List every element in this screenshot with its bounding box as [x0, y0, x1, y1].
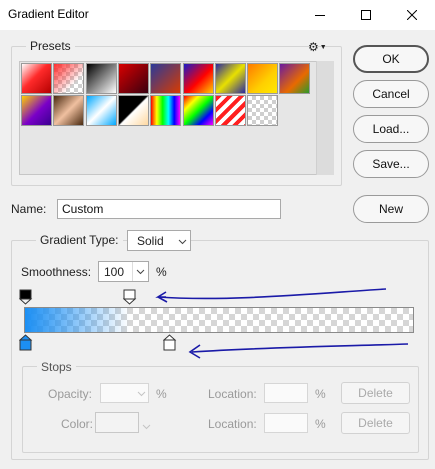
- color-label: Color:: [61, 417, 94, 431]
- arrow-lower-icon: [191, 343, 409, 353]
- stops-group: [22, 366, 419, 453]
- stops-legend: Stops: [37, 360, 76, 374]
- arrow-upper-icon: [157, 288, 387, 300]
- opacity-delete-button[interactable]: Delete: [341, 382, 410, 404]
- color-location-unit: %: [315, 417, 326, 431]
- color-swatch-field[interactable]: [95, 412, 139, 433]
- opacity-location-unit: %: [315, 387, 326, 401]
- color-location-label: Location:: [208, 417, 257, 431]
- opacity-label: Opacity:: [48, 387, 93, 401]
- chevron-down-icon: [142, 419, 151, 433]
- opacity-unit: %: [156, 387, 167, 401]
- color-location-input[interactable]: [264, 413, 308, 433]
- chevron-down-icon: [134, 386, 148, 400]
- opacity-location-input[interactable]: [264, 383, 308, 403]
- color-delete-button[interactable]: Delete: [341, 412, 410, 434]
- opacity-location-label: Location:: [208, 387, 257, 401]
- opacity-input[interactable]: [100, 383, 149, 403]
